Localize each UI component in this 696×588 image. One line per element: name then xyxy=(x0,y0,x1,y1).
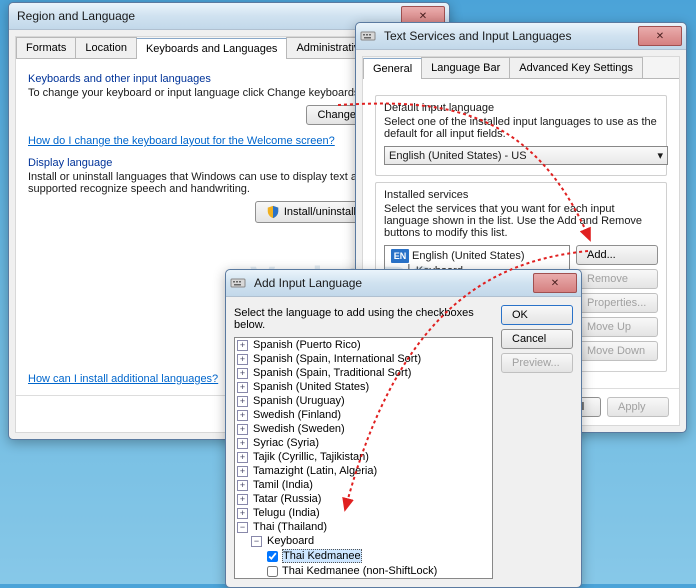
tree-layout-label: Thai Kedmanee xyxy=(282,549,362,563)
side-buttons: OK Cancel Preview... xyxy=(501,305,573,579)
tree-layout-thai-kedmanee-ns[interactable]: Thai Kedmanee (non-ShiftLock) xyxy=(235,564,492,578)
tab-formats[interactable]: Formats xyxy=(16,37,76,58)
default-desc: Select one of the installed input langua… xyxy=(384,116,658,140)
expand-icon[interactable]: + xyxy=(237,452,248,463)
tree-layout-thai-kedmanee[interactable]: Thai Kedmanee xyxy=(235,548,492,564)
tree-lang-item[interactable]: + Telugu (India) xyxy=(235,506,492,520)
tree-lang-label: Telugu (India) xyxy=(253,507,320,519)
tree-lang-label: Swedish (Finland) xyxy=(253,409,341,421)
layout-checkbox[interactable] xyxy=(267,551,278,562)
tree-lang-label: Syriac (Syria) xyxy=(253,437,319,449)
expand-icon[interactable]: + xyxy=(237,396,248,407)
tree-lang-label: Spanish (United States) xyxy=(253,381,369,393)
chevron-down-icon: ▾ xyxy=(657,149,663,162)
tree-lang-item[interactable]: + Spanish (Uruguay) xyxy=(235,394,492,408)
expand-icon[interactable]: + xyxy=(237,410,248,421)
default-title: Default input language xyxy=(384,102,658,114)
tree-lang-label: Spanish (Spain, International Sort) xyxy=(253,353,421,365)
additional-languages-link[interactable]: How can I install additional languages? xyxy=(28,373,218,385)
window-title: Add Input Language xyxy=(250,276,533,290)
tab-general[interactable]: General xyxy=(363,58,422,79)
expand-icon[interactable]: + xyxy=(237,494,248,505)
tree-lang-item[interactable]: −Thai (Thailand) xyxy=(235,520,492,534)
collapse-icon[interactable]: − xyxy=(237,522,248,533)
tree-lang-item[interactable]: + Spanish (Puerto Rico) xyxy=(235,338,492,352)
properties-button[interactable]: Properties... xyxy=(576,293,658,313)
tree-lang-label: Tajik (Cyrillic, Tajikistan) xyxy=(253,451,369,463)
side-buttons: Add... Remove Properties... Move Up Move… xyxy=(576,245,658,361)
tree-keyboard-node[interactable]: −Keyboard xyxy=(235,534,492,548)
shield-icon xyxy=(266,205,280,219)
preview-button[interactable]: Preview... xyxy=(501,353,573,373)
expand-icon[interactable]: + xyxy=(237,466,248,477)
lang-badge-en: EN xyxy=(391,249,409,263)
tree-lang-item[interactable]: + Tatar (Russia) xyxy=(235,492,492,506)
collapse-icon[interactable]: − xyxy=(251,536,262,547)
tree-lang-label: Tatar (Russia) xyxy=(253,493,321,505)
keyboard-icon xyxy=(230,275,246,291)
expand-icon[interactable]: + xyxy=(237,438,248,449)
tree-lang-item[interactable]: + Tajik (Cyrillic, Tajikistan) xyxy=(235,450,492,464)
language-tree[interactable]: +Spanish (Peru)+Spanish (Puerto Rico)+Sp… xyxy=(234,337,493,579)
expand-icon[interactable]: + xyxy=(237,354,248,365)
titlebar[interactable]: Add Input Language ✕ xyxy=(226,270,581,297)
keyboard-icon xyxy=(360,28,376,44)
ok-button[interactable]: OK xyxy=(501,305,573,325)
welcome-screen-link[interactable]: How do I change the keyboard layout for … xyxy=(28,135,335,147)
default-language-group: Default input language Select one of the… xyxy=(375,95,667,176)
expand-icon[interactable]: + xyxy=(237,382,248,393)
tree-lang-en[interactable]: ENEnglish (United States) xyxy=(387,248,567,264)
tree-lang-item[interactable]: + Syriac (Syria) xyxy=(235,436,492,450)
default-language-value: English (United States) - US xyxy=(389,150,527,162)
expand-icon[interactable]: + xyxy=(237,508,248,519)
tab-advanced[interactable]: Advanced Key Settings xyxy=(509,57,643,78)
apply-button[interactable]: Apply xyxy=(607,397,669,417)
move-down-button[interactable]: Move Down xyxy=(576,341,658,361)
expand-icon[interactable]: + xyxy=(237,368,248,379)
tree-lang-label: Tamazight (Latin, Algeria) xyxy=(253,465,377,477)
close-button[interactable]: ✕ xyxy=(638,26,682,46)
installed-desc: Select the services that you want for ea… xyxy=(384,203,658,239)
add-desc: Select the language to add using the che… xyxy=(234,307,493,331)
tree-lang-item[interactable]: + Spanish (United States) xyxy=(235,380,492,394)
tree-lang-label: Thai (Thailand) xyxy=(253,521,327,533)
tree-lang-item[interactable]: + Tamil (India) xyxy=(235,478,492,492)
tree-lang-label: Swedish (Sweden) xyxy=(253,423,345,435)
tree-lang-item[interactable]: + Spanish (Spain, International Sort) xyxy=(235,352,492,366)
tree-lang-item[interactable]: + Swedish (Finland) xyxy=(235,408,492,422)
expand-icon[interactable]: + xyxy=(237,340,248,351)
tab-langbar[interactable]: Language Bar xyxy=(421,57,510,78)
default-language-dropdown[interactable]: English (United States) - US ▾ xyxy=(384,146,668,165)
tree-layout-label: Thai Kedmanee (non-ShiftLock) xyxy=(282,565,437,577)
titlebar[interactable]: Text Services and Input Languages ✕ xyxy=(356,23,686,50)
window-title: Text Services and Input Languages xyxy=(380,29,638,43)
close-button[interactable]: ✕ xyxy=(533,273,577,293)
tabs: General Language Bar Advanced Key Settin… xyxy=(363,57,679,79)
add-input-language-window: Add Input Language ✕ Select the language… xyxy=(225,269,582,588)
tree-lang-item[interactable]: + Swedish (Sweden) xyxy=(235,422,492,436)
expand-icon[interactable]: + xyxy=(237,480,248,491)
tab-location[interactable]: Location xyxy=(75,37,137,58)
installed-title: Installed services xyxy=(384,189,658,201)
tree-lang-label: Spanish (Uruguay) xyxy=(253,395,345,407)
expand-icon[interactable]: + xyxy=(237,424,248,435)
move-up-button[interactable]: Move Up xyxy=(576,317,658,337)
window-title: Region and Language xyxy=(13,9,401,23)
window-body: Select the language to add using the che… xyxy=(226,297,581,587)
tab-keyboards[interactable]: Keyboards and Languages xyxy=(136,38,288,59)
layout-checkbox[interactable] xyxy=(267,566,278,577)
tree-lang-label: Spanish (Spain, Traditional Sort) xyxy=(253,367,411,379)
cancel-button[interactable]: Cancel xyxy=(501,329,573,349)
add-button[interactable]: Add... xyxy=(576,245,658,265)
tree-lang-label: Tamil (India) xyxy=(253,479,313,491)
tree-keyboard-label: Keyboard xyxy=(267,535,314,547)
remove-button[interactable]: Remove xyxy=(576,269,658,289)
tree-lang-item[interactable]: + Tamazight (Latin, Algeria) xyxy=(235,464,492,478)
tree-lang-label: Spanish (Puerto Rico) xyxy=(253,339,361,351)
tree-lang-item[interactable]: + Spanish (Spain, Traditional Sort) xyxy=(235,366,492,380)
